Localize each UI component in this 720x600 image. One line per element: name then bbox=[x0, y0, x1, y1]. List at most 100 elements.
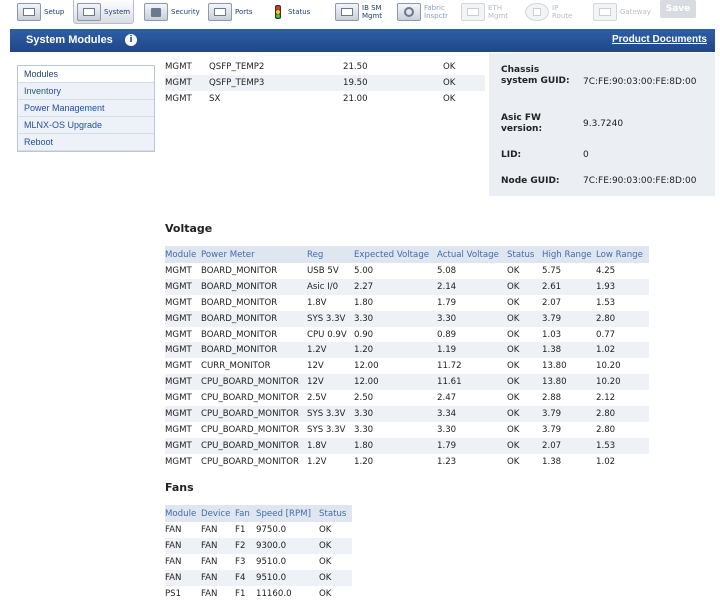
table-row: MGMT CPU_BOARD_MONITOR 12V 12.00 11.61 OK 13.8… bbox=[165, 374, 649, 391]
table-row: MGMT CPU_BOARD_MONITOR 1.2V 1.20 1.23 OK 1.38 1… bbox=[165, 454, 649, 470]
lid-value: 0 bbox=[583, 150, 589, 160]
table-cell: CPU_BOARD_MONITOR bbox=[201, 393, 300, 404]
table-cell: 3.34 bbox=[437, 406, 507, 422]
table-cell: MGMT bbox=[165, 437, 201, 454]
setup-icon bbox=[17, 3, 41, 21]
table-cell: 13.80 bbox=[542, 361, 567, 372]
gateway-icon bbox=[593, 3, 617, 21]
table-cell: FAN bbox=[201, 569, 235, 586]
column-header: Status bbox=[507, 246, 542, 263]
lock-icon bbox=[144, 3, 168, 21]
sidebar-item-power-management[interactable]: Power Management bbox=[18, 100, 154, 117]
chassis-guid-label: Chassis system GUID: bbox=[501, 65, 570, 86]
info-icon[interactable]: i bbox=[125, 34, 137, 46]
table-cell: OK bbox=[319, 524, 332, 535]
table-cell: CPU_BOARD_MONITOR bbox=[201, 374, 307, 391]
toolbar-ip-route-button[interactable]: IP Route bbox=[522, 0, 579, 24]
fans-table: Module Device Fan Speed [RPM] Status FAN FAN F… bbox=[165, 505, 352, 600]
product-documents-link[interactable]: Product Documents bbox=[612, 34, 707, 45]
table-cell: MGMT bbox=[165, 329, 192, 340]
table-cell: BOARD_MONITOR bbox=[201, 278, 307, 295]
table-cell: 1.19 bbox=[437, 342, 507, 359]
table-cell: OK bbox=[507, 265, 520, 276]
table-cell: 1.02 bbox=[596, 342, 649, 359]
toolbar-fabric-inspector-button[interactable]: Fabric Inspctr bbox=[394, 0, 455, 24]
table-cell: 12V bbox=[307, 361, 324, 372]
table-cell: FAN bbox=[201, 524, 218, 535]
table-cell: FAN bbox=[201, 556, 218, 567]
table-cell: OK bbox=[507, 342, 542, 359]
table-cell: CURR_MONITOR bbox=[201, 361, 271, 372]
asic-fw-label: Asic FW version: bbox=[501, 113, 543, 134]
table-cell: USB 5V bbox=[307, 265, 339, 276]
table-cell: 2.61 bbox=[542, 278, 596, 295]
table-cell: MGMT bbox=[165, 406, 201, 422]
page-title: System Modules bbox=[26, 34, 113, 46]
table-cell: 1.2V bbox=[307, 456, 327, 467]
table-cell: 10.20 bbox=[596, 374, 649, 391]
voltage-heading: Voltage bbox=[165, 222, 213, 235]
toolbar-security-label: Security bbox=[171, 8, 200, 16]
toolbar-status-button[interactable]: Status bbox=[268, 0, 313, 24]
sidebar-item-inventory[interactable]: Inventory bbox=[18, 83, 154, 100]
column-header: Module bbox=[165, 505, 201, 522]
column-header: Fan bbox=[235, 505, 256, 522]
toolbar-eth-button[interactable]: ETH Mgmt bbox=[458, 0, 515, 24]
table-row: MGMT CPU_BOARD_MONITOR 2.5V 2.50 2.47 OK 2.88 2… bbox=[165, 390, 649, 406]
column-header: Device bbox=[201, 505, 235, 522]
table-cell: 5.75 bbox=[542, 265, 562, 276]
toolbar-setup-button[interactable]: Setup bbox=[14, 0, 67, 24]
table-cell: 2.50 bbox=[354, 393, 374, 404]
table-cell: F2 bbox=[235, 537, 256, 554]
toolbar-ib-sm-button[interactable]: IB SM Mgmt bbox=[332, 0, 389, 24]
table-row: PS1 FAN F1 11160.0 OK bbox=[165, 586, 352, 600]
table-cell: MGMT bbox=[165, 456, 192, 467]
table-cell: FAN bbox=[201, 588, 218, 599]
table-cell: 3.79 bbox=[542, 310, 596, 327]
table-row: MGMT BOARD_MONITOR CPU 0.9V 0.90 0.89 OK 1.03 0… bbox=[165, 327, 649, 343]
table-cell: 2.12 bbox=[596, 393, 616, 404]
table-cell: OK bbox=[319, 556, 332, 567]
toolbar-security-button[interactable]: Security bbox=[141, 0, 203, 24]
table-cell: 9510.0 bbox=[256, 556, 287, 567]
table-row: MGMT CPU_BOARD_MONITOR SYS 3.3V 3.30 3.34 OK 3… bbox=[165, 406, 649, 422]
table-cell: 3.79 bbox=[542, 424, 562, 435]
table-cell: 1.79 bbox=[437, 437, 507, 454]
column-header: Expected Voltage bbox=[354, 246, 437, 263]
table-cell: 3.79 bbox=[542, 406, 596, 422]
save-button[interactable]: Save bbox=[660, 0, 696, 18]
toolbar-gateway-button[interactable]: Gateway bbox=[590, 0, 654, 24]
toolbar-ports-button[interactable]: Ports bbox=[205, 0, 256, 24]
sidebar-item-mlnx-os-upgrade[interactable]: MLNX-OS Upgrade bbox=[18, 117, 154, 134]
table-cell: CPU 0.9V bbox=[307, 329, 347, 340]
toolbar-gateway-label: Gateway bbox=[620, 8, 651, 16]
table-cell: 2.47 bbox=[437, 393, 457, 404]
table-row: FAN FAN F1 9750.0 OK bbox=[165, 522, 352, 538]
table-row: MGMT QSFP_TEMP3 19.50 OK bbox=[165, 74, 485, 91]
table-row: MGMT QSFP_TEMP2 21.50 OK bbox=[165, 59, 485, 75]
ip-route-icon bbox=[525, 3, 549, 21]
table-cell: FAN bbox=[165, 524, 182, 535]
table-cell: 1.93 bbox=[596, 278, 649, 295]
table-cell: 1.20 bbox=[354, 342, 437, 359]
table-cell: 3.30 bbox=[437, 424, 457, 435]
table-cell: OK bbox=[507, 374, 542, 391]
table-cell: 2.80 bbox=[596, 406, 649, 422]
toolbar-system-button[interactable]: System bbox=[73, 0, 135, 24]
table-cell: 9750.0 bbox=[256, 524, 287, 535]
table-cell: 5.08 bbox=[437, 265, 457, 276]
traffic-light-icon bbox=[271, 3, 285, 21]
column-header: Low Range bbox=[596, 246, 649, 263]
table-cell: MGMT bbox=[165, 93, 192, 104]
toolbar-ip-route-label: IP Route bbox=[552, 4, 573, 20]
asic-fw-value: 9.3.7240 bbox=[583, 119, 624, 129]
table-cell: 2.27 bbox=[354, 278, 437, 295]
table-cell: MGMT bbox=[165, 265, 192, 276]
table-cell: 2.5V bbox=[307, 393, 327, 404]
lid-label: LID: bbox=[501, 150, 522, 160]
sidebar-item-modules[interactable]: Modules bbox=[18, 66, 154, 83]
sidebar-item-reboot[interactable]: Reboot bbox=[18, 134, 154, 151]
table-cell: F1 bbox=[235, 524, 246, 535]
page-header: System Modules i Product Documents bbox=[10, 29, 715, 52]
table-cell: CPU_BOARD_MONITOR bbox=[201, 406, 307, 422]
